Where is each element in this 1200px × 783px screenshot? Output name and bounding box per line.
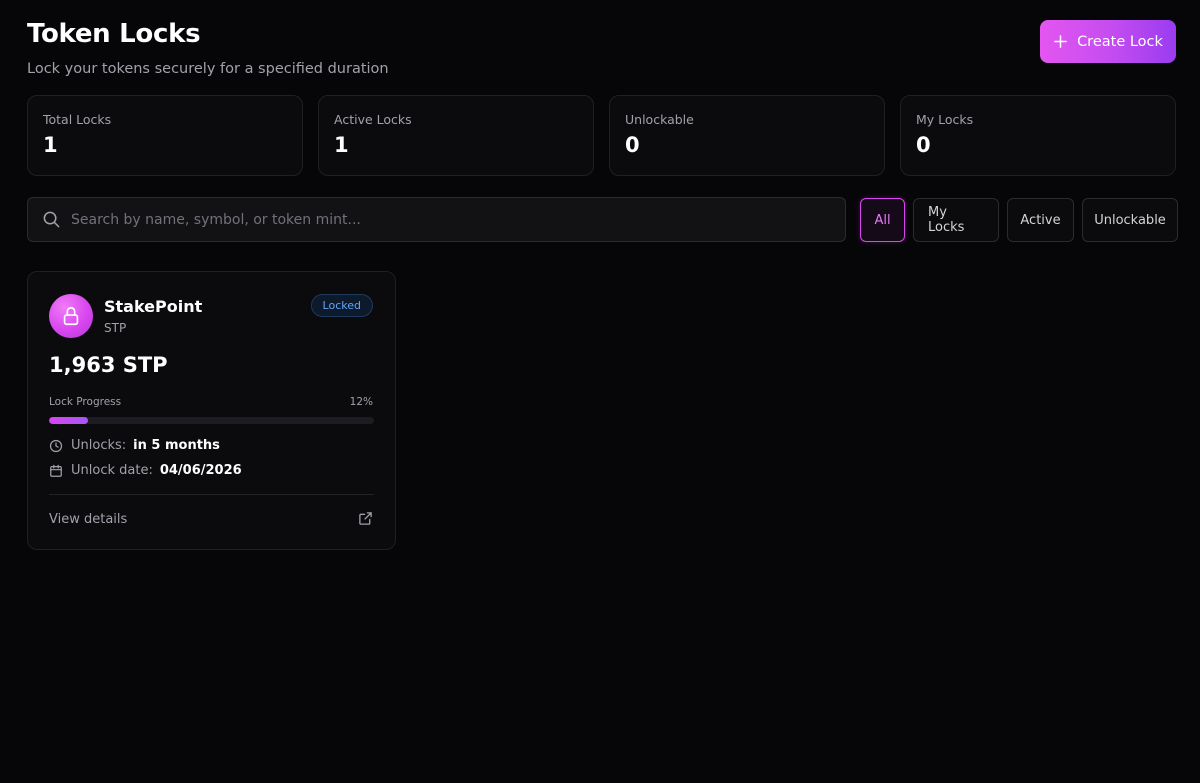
stat-label: Total Locks: [43, 112, 112, 127]
stats-row: Total Locks 1 Active Locks 1 Unlockable …: [27, 95, 1176, 176]
create-lock-button[interactable]: Create Lock: [1040, 20, 1176, 63]
stat-card-my-locks: My Locks 0: [900, 95, 1176, 176]
token-locks-page: Token Locks Lock your tokens securely fo…: [0, 0, 1200, 783]
filter-my-locks[interactable]: My Locks: [913, 198, 999, 242]
stat-value: 0: [916, 133, 931, 157]
stat-value: 1: [43, 133, 58, 157]
unlock-date-label: Unlock date:: [71, 463, 153, 478]
unlocks-label: Unlocks:: [71, 438, 127, 453]
lock-card[interactable]: StakePoint STP Locked 1,963 STP Lock Pro…: [27, 271, 396, 550]
page-subtitle: Lock your tokens securely for a specifie…: [27, 61, 389, 77]
progress-fill: [49, 417, 88, 424]
stat-value: 0: [625, 133, 640, 157]
unlocks-value: in 5 months: [133, 438, 220, 453]
unlocks-row: Unlocks: in 5 months: [49, 438, 220, 453]
status-badge: Locked: [310, 294, 373, 317]
lock-amount: 1,963 STP: [49, 353, 168, 377]
progress-label: Lock Progress: [49, 396, 122, 408]
search-input[interactable]: [71, 211, 845, 228]
plus-icon: [1054, 35, 1067, 48]
token-symbol: STP: [104, 321, 127, 335]
calendar-icon: [50, 464, 62, 477]
filter-all[interactable]: All: [860, 198, 905, 242]
stat-value: 1: [334, 133, 349, 157]
token-name: StakePoint: [104, 297, 203, 316]
stat-card-total-locks: Total Locks 1: [27, 95, 303, 176]
stat-card-unlockable: Unlockable 0: [609, 95, 885, 176]
page-title: Token Locks: [27, 19, 201, 49]
token-avatar: [49, 294, 93, 338]
search-bar[interactable]: [27, 197, 846, 242]
stat-label: Unlockable: [625, 112, 694, 127]
card-divider: [49, 494, 374, 495]
filter-unlockable[interactable]: Unlockable: [1082, 198, 1178, 242]
unlock-date-value: 04/06/2026: [159, 463, 242, 478]
create-lock-label: Create Lock: [1077, 33, 1163, 50]
progress-percent: 12%: [349, 396, 373, 408]
unlock-date-row: Unlock date: 04/06/2026: [49, 463, 242, 478]
external-link-icon[interactable]: [358, 511, 373, 526]
stat-card-active-locks: Active Locks 1: [318, 95, 594, 176]
lock-icon: [63, 306, 79, 326]
view-details-link[interactable]: View details: [49, 512, 127, 527]
filter-active[interactable]: Active: [1007, 198, 1074, 242]
stat-label: My Locks: [916, 112, 974, 127]
filter-tabs: All My Locks Active Unlockable: [860, 198, 1178, 242]
search-icon: [43, 211, 60, 228]
stat-label: Active Locks: [334, 112, 412, 127]
progress-bar: [49, 417, 374, 424]
clock-icon: [49, 439, 63, 452]
